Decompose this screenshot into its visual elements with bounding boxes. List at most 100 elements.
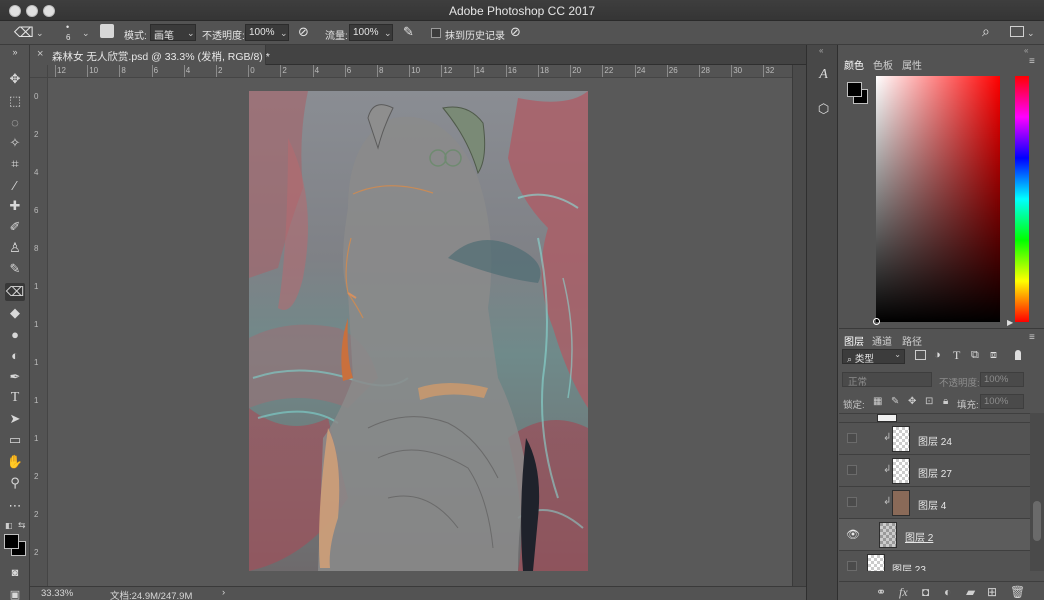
screen-mode-icon[interactable]: ▣: [5, 585, 25, 600]
more-tools-icon[interactable]: ⋯: [5, 497, 25, 515]
marquee-tool-icon[interactable]: ⬚: [5, 92, 25, 110]
airbrush-icon[interactable]: ✎: [403, 24, 414, 40]
toolbar-collapse-icon[interactable]: »: [5, 47, 25, 57]
visibility-toggle[interactable]: [847, 433, 857, 443]
layer-row[interactable]: ↲ 图层 24: [839, 423, 1030, 455]
tab-properties[interactable]: 属性: [902, 57, 922, 72]
move-tool-icon[interactable]: ✥: [5, 70, 25, 88]
document-tab[interactable]: × 森林女 无人欣赏.psd @ 33.3% (发梢, RGB/8) *: [30, 45, 270, 65]
filter-pixel-icon[interactable]: [915, 350, 926, 360]
lock-pixels-icon[interactable]: ✎: [891, 396, 899, 407]
layer-name[interactable]: 图层 27: [918, 465, 952, 480]
search-icon[interactable]: ⌕: [982, 23, 990, 40]
tab-paths[interactable]: 路径: [902, 333, 922, 348]
workspace-icon[interactable]: [1010, 26, 1024, 37]
new-group-icon[interactable]: ▰: [966, 585, 975, 599]
tool-preset-chevron-icon[interactable]: ⌄: [36, 28, 44, 39]
lock-position-icon[interactable]: ✥: [908, 396, 916, 407]
link-layers-icon[interactable]: ⚭: [876, 585, 886, 599]
layer-name[interactable]: 图层 23: [892, 561, 926, 571]
filter-toggle-icon[interactable]: [1015, 350, 1021, 360]
3d-panel-icon[interactable]: ⬡: [813, 98, 834, 119]
new-layer-icon[interactable]: ⊞: [987, 585, 997, 599]
blur-tool-icon[interactable]: ●: [5, 325, 25, 343]
visibility-toggle[interactable]: [847, 497, 857, 507]
layer-row-partial[interactable]: [839, 414, 1030, 423]
filter-smart-object-icon[interactable]: ⧈: [990, 349, 997, 362]
color-panel-menu-icon[interactable]: ≡: [1029, 56, 1035, 67]
blend-mode-select[interactable]: 正常: [842, 372, 932, 388]
character-panel-icon[interactable]: A: [813, 64, 834, 85]
tab-layers[interactable]: 图层: [844, 333, 864, 348]
close-tab-icon[interactable]: ×: [37, 48, 43, 60]
filter-adjustment-icon[interactable]: ◑: [934, 349, 941, 361]
fill-input[interactable]: 100%: [980, 394, 1024, 409]
crop-tool-icon[interactable]: ⌗: [5, 155, 25, 173]
adjustment-layer-icon[interactable]: ◐: [944, 585, 951, 599]
default-colors-icon[interactable]: ◧: [5, 521, 13, 530]
flow-chevron-icon[interactable]: ⌄: [384, 28, 392, 39]
canvas-area[interactable]: [48, 78, 792, 586]
brush-panel-icon[interactable]: [100, 24, 114, 38]
layer-row[interactable]: ↲ 图层 4: [839, 487, 1030, 519]
layers-panel-menu-icon[interactable]: ≡: [1029, 332, 1035, 343]
clone-stamp-tool-icon[interactable]: ♙: [5, 239, 25, 257]
visibility-toggle[interactable]: [847, 561, 857, 571]
type-tool-icon[interactable]: T: [5, 389, 25, 407]
foreground-color-swatch[interactable]: [4, 534, 19, 549]
layer-row[interactable]: ↲ 图层 27: [839, 455, 1030, 487]
quick-mask-icon[interactable]: ◙: [5, 564, 25, 582]
rectangle-tool-icon[interactable]: ▭: [5, 431, 25, 449]
path-selection-tool-icon[interactable]: ➤: [5, 410, 25, 428]
dodge-tool-icon[interactable]: ◐: [5, 346, 25, 364]
layer-name[interactable]: 图层 24: [918, 433, 952, 448]
zoom-tool-icon[interactable]: ⚲: [5, 474, 25, 492]
pressure-size-icon[interactable]: ⊘: [510, 24, 521, 40]
zoom-level[interactable]: 33.33%: [41, 588, 73, 599]
layers-scrollbar[interactable]: [1030, 413, 1044, 571]
layer-name[interactable]: 图层 4: [918, 497, 946, 512]
brush-preset-dot-icon[interactable]: •: [66, 22, 69, 32]
saturation-brightness-field[interactable]: [876, 76, 1000, 322]
add-mask-icon[interactable]: ◘: [922, 585, 929, 599]
panel-foreground-swatch[interactable]: [847, 82, 862, 97]
brush-tool-icon[interactable]: ✐: [5, 218, 25, 236]
layer-opacity-input[interactable]: 100%: [980, 372, 1024, 387]
lasso-tool-icon[interactable]: ◌: [5, 113, 25, 131]
layer-filter-select[interactable]: ⌕ 类型 ⌄: [842, 349, 905, 365]
pressure-opacity-icon[interactable]: ⊘: [298, 24, 309, 40]
ruler-origin[interactable]: [30, 65, 48, 78]
dock-collapse-icon[interactable]: «: [819, 46, 823, 55]
lock-all-icon[interactable]: 🔒︎: [943, 396, 948, 407]
hue-slider[interactable]: [1015, 76, 1029, 322]
paint-bucket-tool-icon[interactable]: ◆: [5, 304, 25, 322]
tab-swatches[interactable]: 色板: [873, 57, 893, 72]
lock-transparency-icon[interactable]: ▦: [873, 396, 882, 407]
eraser-tool-icon[interactable]: ⌫: [14, 24, 34, 41]
lock-artboard-icon[interactable]: ⊡: [925, 396, 933, 407]
magic-wand-tool-icon[interactable]: ✧: [5, 134, 25, 152]
artwork-canvas[interactable]: [48, 78, 792, 586]
eraser-tool-icon[interactable]: ⌫: [5, 283, 25, 301]
color-picker-marker[interactable]: [873, 318, 880, 325]
vertical-ruler[interactable]: 0 2 4 6 8 1 1 1 1 1 2 2 2: [30, 78, 48, 586]
eyedropper-tool-icon[interactable]: ⁄: [5, 176, 25, 194]
opacity-chevron-icon[interactable]: ⌄: [280, 28, 288, 39]
pen-tool-icon[interactable]: ✒: [5, 368, 25, 386]
eye-icon[interactable]: 👁︎: [846, 528, 860, 541]
vertical-scrollbar[interactable]: [792, 65, 806, 586]
history-brush-tool-icon[interactable]: ✎: [5, 260, 25, 278]
horizontal-ruler[interactable]: 12 10 8 6 4 2 0 2 4 6 8 10 12 14 16 18 20 22 24 26 28 30 32: [48, 65, 792, 78]
layer-row[interactable]: 图层 23: [839, 551, 1030, 571]
tab-channels[interactable]: 通道: [872, 333, 892, 348]
swap-colors-icon[interactable]: ⇆: [18, 520, 26, 531]
filter-shape-icon[interactable]: ⧉: [971, 349, 979, 362]
layer-name[interactable]: 图层 2: [905, 529, 933, 544]
hand-tool-icon[interactable]: ✋: [5, 453, 25, 471]
layer-row-selected[interactable]: 👁︎ 图层 2: [839, 519, 1030, 551]
workspace-chevron-icon[interactable]: ⌄: [1027, 28, 1035, 39]
visibility-toggle[interactable]: [847, 465, 857, 475]
status-menu-arrow-icon[interactable]: ›: [222, 587, 225, 598]
layers-scroll-thumb[interactable]: [1033, 501, 1041, 541]
delete-layer-icon[interactable]: 🗑︎: [1010, 585, 1025, 599]
